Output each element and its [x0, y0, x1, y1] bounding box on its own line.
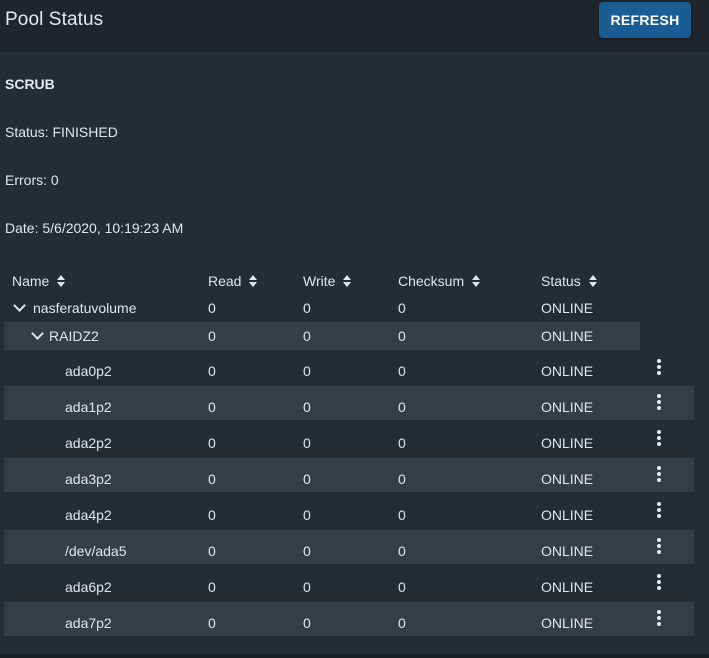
more-vertical-icon[interactable]	[656, 394, 662, 410]
sort-icon	[472, 275, 481, 287]
page-title: Pool Status	[5, 9, 104, 30]
disk-name: ada4p2	[65, 507, 112, 523]
more-vertical-icon[interactable]	[656, 466, 662, 482]
disk-status: ONLINE	[541, 363, 594, 379]
disk-row[interactable]: ada1p2 0 0 0 ONLINE	[4, 386, 694, 420]
pool-write: 0	[303, 300, 311, 316]
disk-status: ONLINE	[541, 471, 594, 487]
disk-write: 0	[303, 363, 311, 379]
more-vertical-icon[interactable]	[656, 538, 662, 554]
disk-checksum: 0	[398, 399, 406, 415]
disk-status: ONLINE	[541, 543, 594, 559]
disk-status: ONLINE	[541, 615, 594, 631]
column-header-write[interactable]: Write	[303, 273, 352, 289]
scrub-heading: SCRUB	[5, 76, 55, 92]
vdev-read: 0	[208, 328, 216, 344]
disk-write: 0	[303, 579, 311, 595]
vdev-name: RAIDZ2	[49, 328, 99, 344]
column-header-status[interactable]: Status	[541, 273, 598, 289]
column-header-name[interactable]: Name	[12, 273, 66, 289]
chevron-down-icon[interactable]	[31, 327, 44, 340]
disk-checksum: 0	[398, 579, 406, 595]
pool-read: 0	[208, 300, 216, 316]
disk-checksum: 0	[398, 435, 406, 451]
disk-checksum: 0	[398, 615, 406, 631]
disk-write: 0	[303, 399, 311, 415]
disk-read: 0	[208, 615, 216, 631]
more-vertical-icon[interactable]	[656, 359, 662, 375]
more-vertical-icon[interactable]	[656, 574, 662, 590]
disk-read: 0	[208, 399, 216, 415]
disk-write: 0	[303, 507, 311, 523]
disk-checksum: 0	[398, 471, 406, 487]
column-label-write: Write	[303, 273, 336, 289]
vdev-write: 0	[303, 328, 311, 344]
disk-row[interactable]: /dev/ada5 0 0 0 ONLINE	[4, 530, 694, 564]
pool-status-card: SCRUB Status: FINISHED Errors: 0 Date: 5…	[0, 52, 709, 654]
disk-row[interactable]: ada0p2 0 0 0 ONLINE	[4, 354, 694, 388]
disk-name: ada0p2	[65, 363, 112, 379]
disk-read: 0	[208, 507, 216, 523]
disk-name: ada1p2	[65, 399, 112, 415]
more-vertical-icon[interactable]	[656, 502, 662, 518]
scrub-errors: Errors: 0	[5, 172, 59, 188]
pool-checksum: 0	[398, 300, 406, 316]
column-header-checksum[interactable]: Checksum	[398, 273, 481, 289]
disk-name: ada6p2	[65, 579, 112, 595]
disk-read: 0	[208, 363, 216, 379]
sort-icon	[588, 275, 598, 287]
sort-icon	[249, 275, 258, 287]
disk-status: ONLINE	[541, 399, 594, 415]
column-label-name: Name	[12, 273, 50, 289]
column-header-read[interactable]: Read	[208, 273, 258, 289]
disk-name: ada2p2	[65, 435, 112, 451]
vdev-status: ONLINE	[541, 328, 594, 344]
refresh-button[interactable]: REFRESH	[599, 2, 691, 38]
disk-write: 0	[303, 471, 311, 487]
disk-read: 0	[208, 435, 216, 451]
disk-read: 0	[208, 471, 216, 487]
disk-write: 0	[303, 543, 311, 559]
disk-read: 0	[208, 579, 216, 595]
disk-row[interactable]: ada6p2 0 0 0 ONLINE	[4, 566, 694, 600]
vdev-row[interactable]: RAIDZ2 0 0 0 ONLINE	[4, 322, 640, 350]
sort-icon	[57, 275, 66, 287]
disk-row[interactable]: ada2p2 0 0 0 ONLINE	[4, 422, 694, 456]
disk-write: 0	[303, 435, 311, 451]
bottom-divider	[0, 654, 709, 658]
more-vertical-icon[interactable]	[656, 610, 662, 626]
vdev-checksum: 0	[398, 328, 406, 344]
chevron-down-icon[interactable]	[13, 299, 26, 312]
pool-status: ONLINE	[541, 300, 594, 316]
title-bar: Pool Status REFRESH	[0, 0, 709, 52]
disk-row[interactable]: ada4p2 0 0 0 ONLINE	[4, 494, 694, 528]
pool-name: nasferatuvolume	[33, 300, 137, 316]
disk-status: ONLINE	[541, 435, 594, 451]
disk-row[interactable]: ada7p2 0 0 0 ONLINE	[4, 602, 694, 636]
disk-name: /dev/ada5	[65, 543, 127, 559]
column-label-status: Status	[541, 273, 581, 289]
disk-name: ada7p2	[65, 615, 112, 631]
column-label-checksum: Checksum	[398, 273, 465, 289]
column-label-read: Read	[208, 273, 242, 289]
scrub-status: Status: FINISHED	[5, 124, 118, 140]
more-vertical-icon[interactable]	[656, 430, 662, 446]
disk-checksum: 0	[398, 363, 406, 379]
pool-row[interactable]: nasferatuvolume 0 0 0 ONLINE	[4, 294, 640, 322]
disk-status: ONLINE	[541, 579, 594, 595]
disk-row[interactable]: ada3p2 0 0 0 ONLINE	[4, 458, 694, 492]
disk-read: 0	[208, 543, 216, 559]
disk-name: ada3p2	[65, 471, 112, 487]
disk-checksum: 0	[398, 543, 406, 559]
disk-status: ONLINE	[541, 507, 594, 523]
scrub-date: Date: 5/6/2020, 10:19:23 AM	[5, 220, 184, 236]
disk-write: 0	[303, 615, 311, 631]
disk-checksum: 0	[398, 507, 406, 523]
sort-icon	[343, 275, 352, 287]
